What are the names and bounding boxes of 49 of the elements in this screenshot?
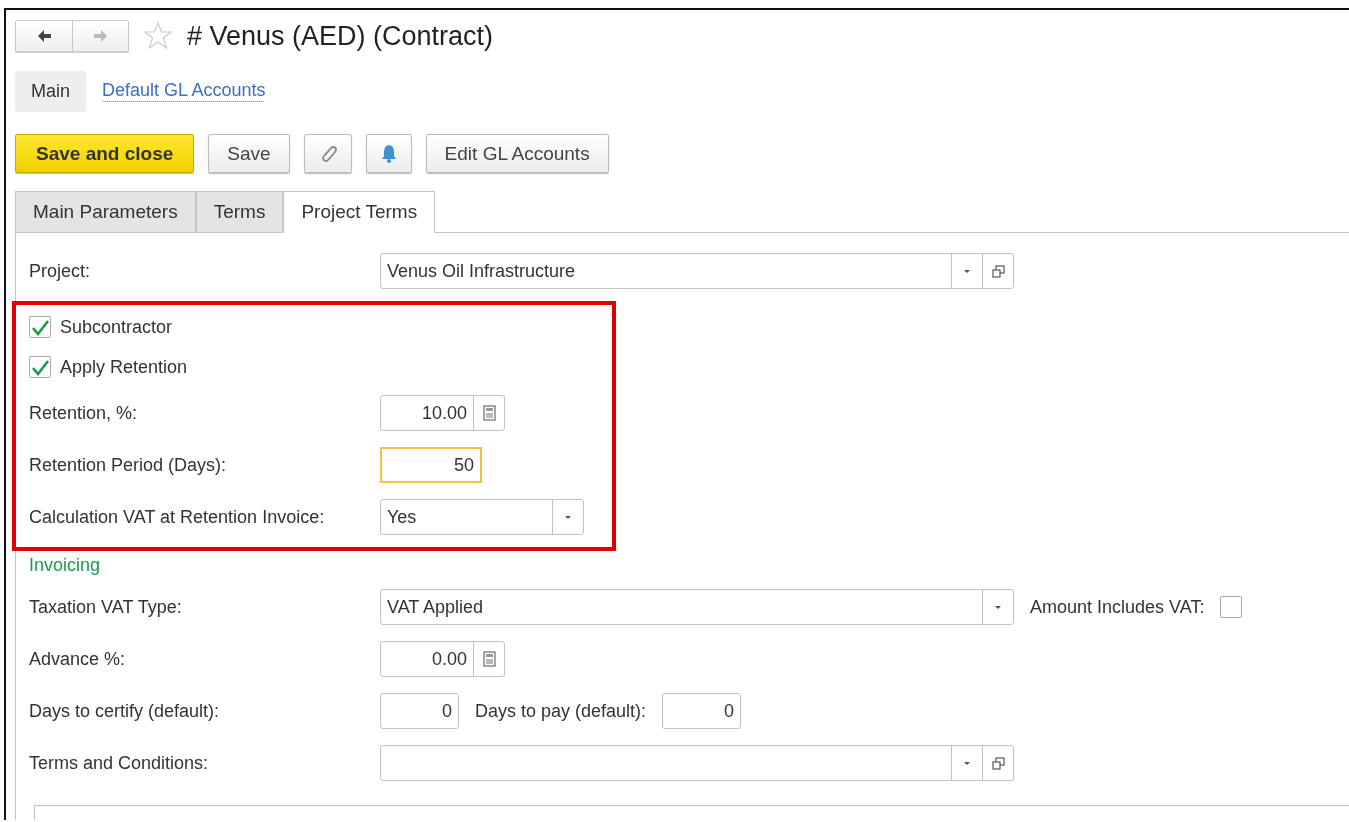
checkbox[interactable] <box>1220 596 1243 618</box>
dropdown-arrow-icon <box>963 760 971 766</box>
lookup-field[interactable]: Venus Oil Infrastructure <box>380 253 1014 289</box>
back-button[interactable] <box>16 21 72 51</box>
field-label: Days to certify (default): <box>29 700 221 722</box>
checkbox-label: Apply Retention <box>60 356 188 378</box>
number-field[interactable]: 0 <box>662 693 742 729</box>
field-label: Advance %: <box>29 648 127 670</box>
section-heading: Invoicing <box>29 555 101 576</box>
dropdown-arrow-icon <box>564 514 572 520</box>
checkbox[interactable] <box>29 316 51 338</box>
forward-arrow-icon <box>91 28 110 44</box>
toolbar-button[interactable]: Edit GL Accounts <box>425 134 609 173</box>
section-tab[interactable]: Default GL Accounts <box>102 80 266 102</box>
field-label: Project: <box>29 260 92 282</box>
field-label: Amount Includes VAT: <box>1030 596 1205 618</box>
field-label: Retention, %: <box>29 402 139 424</box>
dropdown-field[interactable]: Yes <box>380 499 584 535</box>
dropdown-arrow-icon <box>994 604 1002 610</box>
tab[interactable]: Main Parameters <box>15 191 196 232</box>
field-label: Calculation VAT at Retention Invoice: <box>29 506 326 528</box>
field-label: Terms and Conditions: <box>29 752 210 774</box>
calculator-icon <box>482 405 496 421</box>
field-label: Retention Period (Days): <box>29 454 228 476</box>
save-and-close-button[interactable]: Save and close <box>15 134 195 173</box>
star-icon[interactable] <box>143 21 173 51</box>
tab[interactable]: Terms <box>195 191 284 232</box>
window-title: # Venus (AED) (Contract) <box>187 20 494 52</box>
number-field[interactable]: 50 <box>380 447 482 483</box>
number-field[interactable]: 0.00 <box>380 641 505 677</box>
field-label: Taxation VAT Type: <box>29 596 183 618</box>
number-field[interactable]: 0 <box>380 693 459 729</box>
attach-button[interactable] <box>303 134 352 173</box>
dropdown-arrow-icon <box>963 268 971 274</box>
checkbox[interactable] <box>29 356 51 378</box>
number-field[interactable]: 10.00 <box>380 395 505 431</box>
field-label: Days to pay (default): <box>475 700 647 722</box>
section-tab[interactable]: Main <box>15 70 86 112</box>
check-icon <box>30 318 50 336</box>
calculator-icon <box>482 651 496 667</box>
dropdown-field[interactable]: VAT Applied <box>380 589 1014 625</box>
tab[interactable]: Project Terms <box>283 191 436 233</box>
notification-button[interactable] <box>365 134 412 173</box>
open-icon <box>991 756 1005 770</box>
check-icon <box>30 358 50 376</box>
toolbar-button[interactable]: Save <box>208 134 290 173</box>
open-icon <box>991 264 1005 278</box>
lookup-field[interactable] <box>380 745 1014 781</box>
checkbox-label: Subcontractor <box>60 316 173 338</box>
